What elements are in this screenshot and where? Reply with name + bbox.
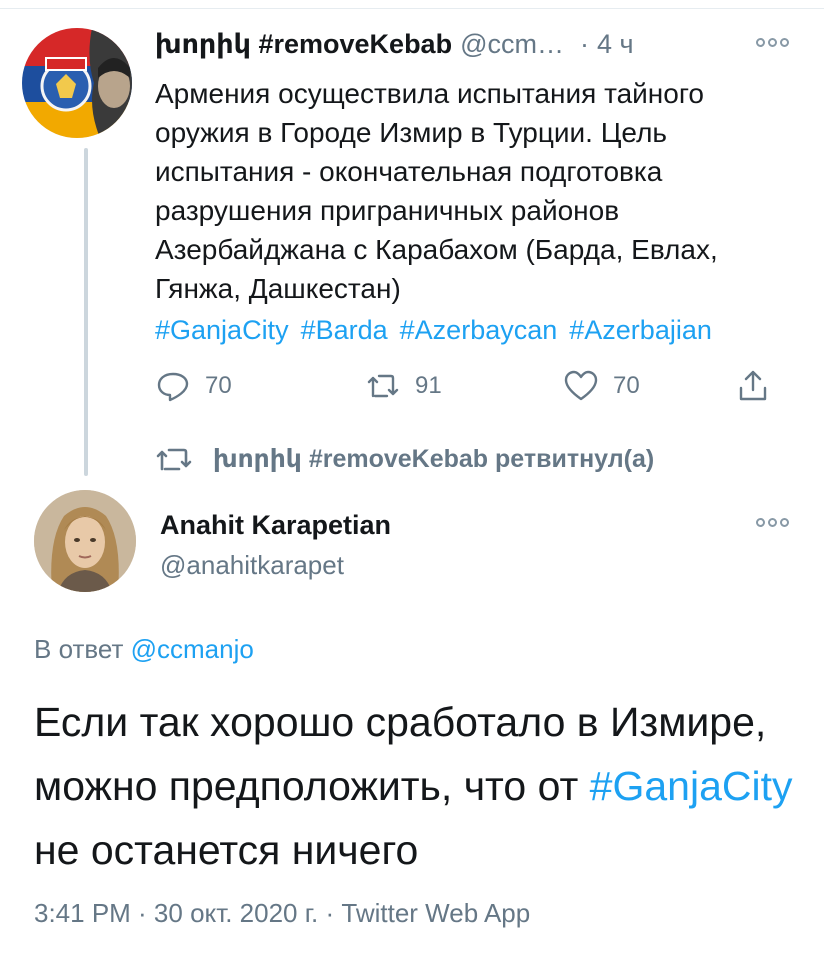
like-button[interactable]: 70 <box>563 364 640 408</box>
tweet2-text: Если так хорошо сработало в Измире, можн… <box>34 690 804 882</box>
top-divider <box>0 8 824 9</box>
hashtag-link[interactable]: #Azerbaycan <box>400 315 558 345</box>
reply-count: 70 <box>205 372 232 399</box>
hashtag-link[interactable]: #Azerbajian <box>569 315 712 345</box>
tweet1-text: Армения осуществила испытания тайного ор… <box>155 78 718 304</box>
tweet1-display-name[interactable]: խորիկ #removeKebab <box>155 29 452 60</box>
share-button[interactable] <box>735 364 785 408</box>
tweet2-text-end: не останется ничего <box>34 827 419 873</box>
tweet1-actions: 70 91 70 <box>155 364 795 408</box>
retweet-context: խորիկ #removeKebab ретвитнул(а) <box>155 441 654 477</box>
tweet1-handle[interactable]: @ccm… <box>460 29 564 60</box>
tweet1-more-icon[interactable] <box>750 30 794 54</box>
heart-icon <box>564 370 598 401</box>
thread-line <box>84 148 88 476</box>
tweet2-handle[interactable]: @anahitkarapet <box>160 550 344 581</box>
reply-icon <box>157 372 189 402</box>
hashtag-link[interactable]: #GanjaCity <box>590 763 793 809</box>
tweet1-timestamp[interactable]: 4 ч <box>597 29 634 60</box>
reply-mention-link[interactable]: @ccmanjo <box>131 634 254 664</box>
retweet-count: 91 <box>415 372 442 399</box>
retweet-context-text[interactable]: խորիկ #removeKebab ретвитнул(а) <box>213 444 654 474</box>
reply-prefix: В ответ <box>34 634 124 664</box>
hashtag-link[interactable]: #GanjaCity <box>155 315 289 345</box>
avatar-khorik[interactable] <box>22 28 132 138</box>
retweet-icon <box>156 448 192 471</box>
tweet2-meta: 3:41 PM · 30 окт. 2020 г. · Twitter Web … <box>34 898 531 928</box>
hashtag-link[interactable]: #Barda <box>301 315 388 345</box>
reply-to-line: В ответ @ccmanjo <box>34 634 254 665</box>
like-count: 70 <box>613 372 640 399</box>
retweet-button[interactable]: 91 <box>365 364 442 408</box>
tweet1-header: խորիկ #removeKebab @ccm… · 4 ч <box>155 24 634 64</box>
tweet2-more-icon[interactable] <box>750 510 794 534</box>
tweet1-separator: · <box>579 28 589 59</box>
avatar-anahit[interactable] <box>34 490 136 592</box>
tweet1-hashtags: #GanjaCity #Barda #Azerbaycan #Azerbajian <box>155 311 724 350</box>
share-icon <box>739 370 767 401</box>
retweet-icon <box>367 374 399 398</box>
tweet2-display-name[interactable]: Anahit Karapetian <box>160 510 391 541</box>
reply-button[interactable]: 70 <box>155 364 232 408</box>
